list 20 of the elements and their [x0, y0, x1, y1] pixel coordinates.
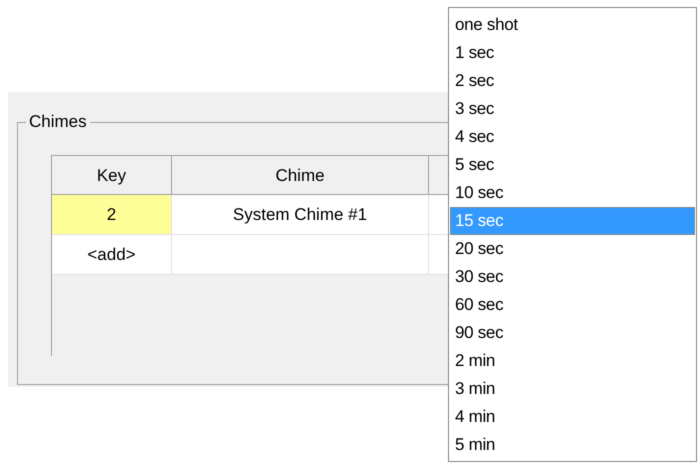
dropdown-option[interactable]: 2 sec: [450, 67, 695, 95]
table-cell[interactable]: System Chime #1: [172, 195, 429, 235]
table-cell[interactable]: 2: [52, 195, 172, 235]
column-header[interactable]: Key: [52, 156, 172, 195]
dropdown-option[interactable]: 60 sec: [450, 291, 695, 319]
dropdown-option[interactable]: 4 min: [450, 403, 695, 431]
dropdown-option[interactable]: 2 min: [450, 347, 695, 375]
dropdown-option[interactable]: 10 sec: [450, 179, 695, 207]
dropdown-option[interactable]: 20 sec: [450, 235, 695, 263]
dropdown-option[interactable]: 5 sec: [450, 151, 695, 179]
dropdown-option[interactable]: 4 sec: [450, 123, 695, 151]
dropdown-option[interactable]: 3 min: [450, 375, 695, 403]
dropdown-option[interactable]: 30 sec: [450, 263, 695, 291]
dropdown-option[interactable]: 90 sec: [450, 319, 695, 347]
column-header[interactable]: Chime: [172, 156, 429, 195]
dropdown-option[interactable]: 5 min: [450, 431, 695, 459]
dropdown-option[interactable]: 3 sec: [450, 95, 695, 123]
dropdown-option[interactable]: 1 sec: [450, 39, 695, 67]
dropdown-option[interactable]: one shot: [450, 11, 695, 39]
table-cell[interactable]: <add>: [52, 235, 172, 275]
